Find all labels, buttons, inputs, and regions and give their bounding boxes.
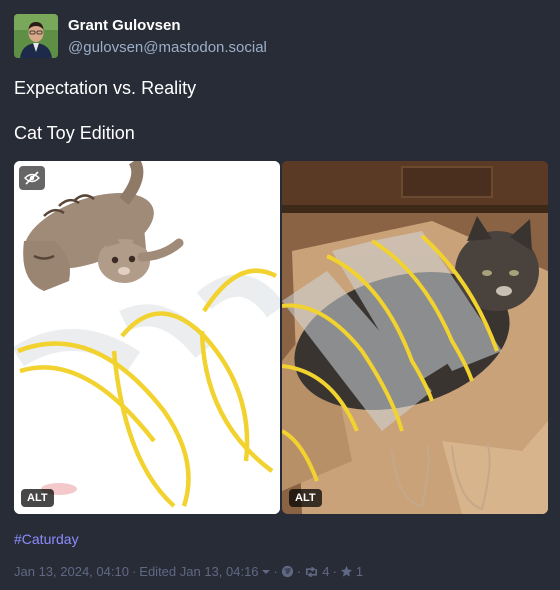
alt-text-badge[interactable]: ALT (21, 489, 54, 507)
caret-down-icon (261, 569, 270, 574)
retweet-icon[interactable] (304, 566, 319, 578)
status-meta-row: Jan 13, 2024, 04:10 · Edited Jan 13, 04:… (14, 564, 363, 579)
author-handle[interactable]: @gulovsen@mastodon.social (68, 39, 267, 56)
hashtag-link[interactable]: #Caturday (14, 531, 79, 547)
meta-separator: · (273, 564, 278, 579)
favourite-count: 1 (355, 564, 364, 579)
alt-text-badge[interactable]: ALT (289, 489, 322, 507)
edited-history-button[interactable]: Edited Jan 13, 04:16 (139, 564, 270, 579)
globe-icon (281, 565, 293, 578)
avatar-image (14, 14, 58, 58)
media-attachment-reality[interactable]: ALT (282, 161, 548, 514)
star-icon[interactable] (340, 565, 353, 578)
boost-count: 4 (322, 564, 330, 579)
cat-toy-reality-image (282, 161, 548, 514)
author-display-name[interactable]: Grant Gulovsen (68, 17, 181, 34)
post-timestamp[interactable]: Jan 13, 2024, 04:10 (14, 564, 129, 579)
avatar[interactable] (14, 14, 58, 58)
meta-separator: · (131, 564, 137, 579)
status-text-line-2: Cat Toy Edition (14, 123, 135, 143)
eye-slash-icon (24, 171, 40, 185)
status-text-line-1: Expectation vs. Reality (14, 78, 197, 98)
media-attachment-expectation[interactable]: ALT (14, 161, 280, 514)
meta-separator: · (296, 564, 302, 579)
meta-separator: · (332, 564, 337, 579)
cat-toy-expectation-image (14, 161, 280, 514)
hide-media-button[interactable] (19, 166, 45, 190)
edited-label: Edited Jan 13, 04:16 (139, 564, 259, 579)
